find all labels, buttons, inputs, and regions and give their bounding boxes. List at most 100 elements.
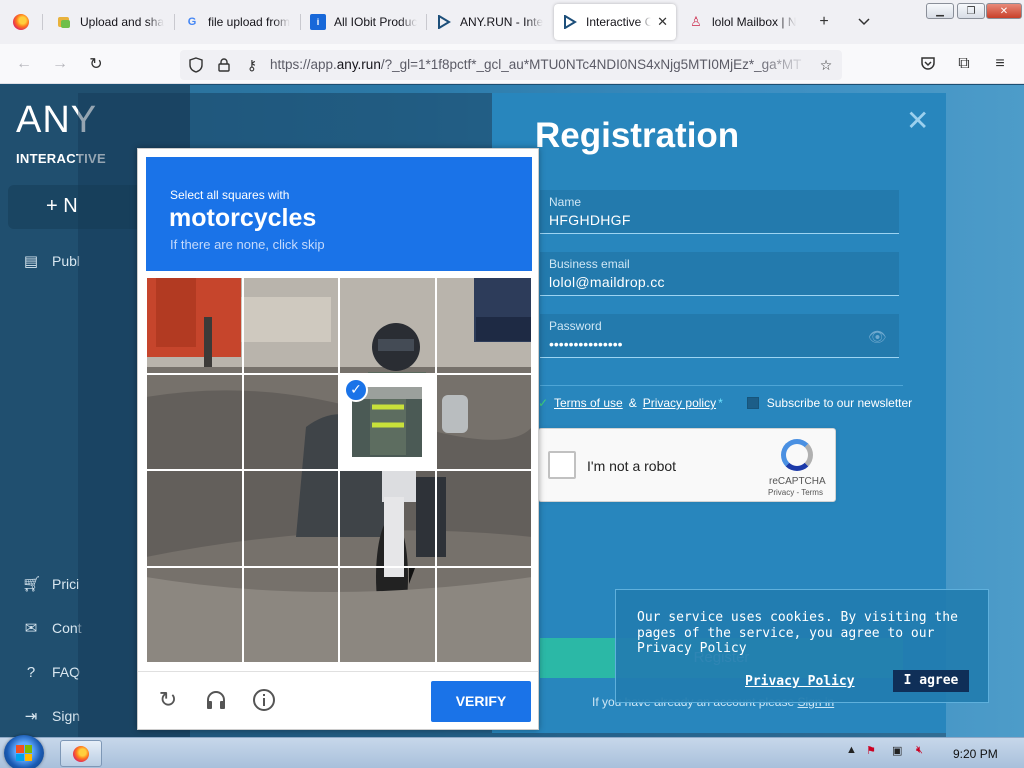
tab-title: Interactive O (586, 15, 652, 29)
tab-title: lolol Mailbox | N (712, 15, 796, 29)
captcha-footer: ↻ VERIFY (138, 671, 538, 729)
tracking-protection-icon[interactable] (186, 55, 206, 75)
document-icon: ▤ (23, 253, 39, 270)
url-text: https://app.any.run/?_gl=1*1f8pctf*_gcl_… (270, 57, 802, 72)
recaptcha-checkbox[interactable] (548, 451, 576, 479)
back-icon[interactable]: ← (12, 52, 36, 76)
reload-icon[interactable]: ↻ (84, 52, 108, 76)
cookie-privacy-policy-link[interactable]: Privacy Policy (745, 674, 855, 689)
navigation-toolbar: ← → ↻ ⚷ https://app.any.run/?_gl=1*1f8pc… (0, 44, 1024, 84)
captcha-tile-8[interactable] (435, 373, 532, 470)
pocket-icon[interactable] (916, 52, 940, 76)
tab-close-icon[interactable]: ✕ (657, 14, 668, 30)
show-password-eye-icon[interactable]: 👁︎ (868, 328, 887, 346)
reload-challenge-icon[interactable]: ↻ (154, 686, 182, 714)
show-hidden-icons-icon[interactable]: ▲ (846, 744, 857, 756)
taskbar-clock[interactable]: 9:20 PM (953, 747, 998, 761)
password-field[interactable]: Password ••••••••••••••• 👁︎ (540, 314, 899, 358)
captcha-tile-12[interactable] (435, 470, 532, 567)
tab-separator (426, 14, 427, 30)
captcha-tile-13[interactable] (146, 566, 243, 663)
terms-checkbox[interactable]: ✓ (538, 397, 550, 409)
selected-check-icon: ✓ (344, 377, 368, 402)
captcha-tile-11[interactable] (339, 470, 436, 567)
close-icon[interactable]: ✕ (906, 104, 929, 137)
bookmark-star-icon[interactable]: ☆ (816, 55, 836, 75)
captcha-tile-7-selected[interactable]: ✓ (339, 373, 436, 470)
close-window-button[interactable]: ✕ (986, 3, 1022, 19)
volume-muted-icon[interactable]: 🔇︎ (916, 744, 923, 757)
captcha-target: motorcycles (169, 204, 317, 232)
cookie-text: Our service uses cookies. By visiting th… (637, 610, 958, 656)
captcha-tile-1[interactable] (146, 277, 243, 374)
tab-google[interactable]: G file upload from (176, 4, 300, 40)
tab-title: file upload from (208, 15, 291, 29)
captcha-tile-16[interactable] (435, 566, 532, 663)
mail-icon: ✉ (24, 620, 38, 637)
taskbar-firefox-button[interactable] (60, 740, 102, 767)
tab-title: ANY.RUN - Inte (460, 15, 544, 29)
url-bar[interactable]: ⚷ https://app.any.run/?_gl=1*1f8pctf*_gc… (180, 50, 842, 80)
tab-separator (300, 14, 301, 30)
recaptcha-logo-icon (781, 439, 813, 471)
permissions-key-icon[interactable]: ⚷ (242, 55, 262, 75)
forward-icon[interactable]: → (48, 52, 72, 76)
captcha-tile-9[interactable] (146, 470, 243, 567)
privacy-policy-link[interactable]: Privacy policy (643, 396, 716, 410)
recaptcha-links[interactable]: Privacy - Terms (768, 488, 823, 497)
lock-icon[interactable] (214, 55, 234, 75)
sidebar-item-label: FAQ (52, 664, 81, 680)
newsletter-label: Subscribe to our newsletter (766, 396, 913, 410)
tab-separator (174, 14, 175, 30)
list-tabs-icon[interactable] (852, 10, 876, 34)
new-tab-icon[interactable]: + (812, 10, 836, 34)
restore-button[interactable]: ❐ (957, 3, 985, 19)
email-field[interactable]: Business email lolol@maildrop.cc (540, 252, 899, 296)
tab-anyrun[interactable]: ANY.RUN - Inte (428, 4, 552, 40)
required-mark: * (718, 396, 723, 410)
name-field[interactable]: Name HFGHDHGF (540, 190, 899, 234)
signin-icon: ⇥ (24, 708, 38, 725)
captcha-tile-2[interactable] (242, 277, 339, 374)
tab-upload[interactable]: Upload and sha (48, 4, 172, 40)
captcha-tile-14[interactable] (242, 566, 339, 663)
newsletter-checkbox[interactable] (746, 397, 759, 409)
captcha-tile-5[interactable] (146, 373, 243, 470)
tab-maildrop[interactable]: ♙ lolol Mailbox | N (680, 4, 804, 40)
captcha-tile-3[interactable] (339, 277, 436, 374)
cookie-agree-button[interactable]: I agree (893, 670, 969, 692)
tab-iobit[interactable]: i All IObit Produc (302, 4, 426, 40)
verify-button[interactable]: VERIFY (431, 681, 531, 722)
minimize-button[interactable]: ▁ (926, 3, 954, 19)
name-value: HFGHDHGF (549, 212, 631, 228)
captcha-tile-6[interactable] (242, 373, 339, 470)
captcha-tile-15[interactable] (339, 566, 436, 663)
recaptcha-widget: I'm not a robot reCAPTCHA Privacy - Term… (538, 428, 836, 502)
info-icon[interactable] (250, 686, 278, 714)
registration-title: Registration (535, 116, 740, 155)
anyrun-icon (562, 14, 578, 30)
captcha-image-grid: ✓ (146, 277, 532, 663)
tab-interactive-active[interactable]: Interactive O ✕ (554, 4, 676, 40)
cookie-banner: Our service uses cookies. By visiting th… (615, 589, 989, 703)
app-menu-icon[interactable]: ≡ (988, 52, 1012, 76)
recaptcha-brand: reCAPTCHA (769, 476, 826, 487)
terms-row: ✓ Terms of use & Privacy policy * Subscr… (538, 396, 912, 410)
sidebar-item-label: Publ (52, 253, 81, 269)
ampersand: & (628, 396, 637, 410)
iobit-icon: i (310, 14, 326, 30)
recaptcha-label: I'm not a robot (587, 458, 677, 474)
audio-challenge-headphones-icon[interactable] (202, 686, 230, 714)
file-sharing-icon (56, 14, 72, 30)
tab-title: All IObit Produc (334, 15, 418, 29)
extensions-icon[interactable]: ⧉ (952, 52, 976, 76)
start-button[interactable] (4, 735, 44, 768)
firefox-menu-button[interactable] (4, 6, 38, 38)
help-icon: ? (26, 663, 36, 681)
captcha-instruction: Select all squares with (170, 188, 290, 202)
action-center-flag-icon[interactable]: ⚑ (866, 744, 876, 757)
network-icon[interactable]: ▣ (892, 744, 902, 757)
captcha-tile-10[interactable] (242, 470, 339, 567)
terms-of-use-link[interactable]: Terms of use (554, 396, 623, 410)
captcha-tile-4[interactable] (435, 277, 532, 374)
